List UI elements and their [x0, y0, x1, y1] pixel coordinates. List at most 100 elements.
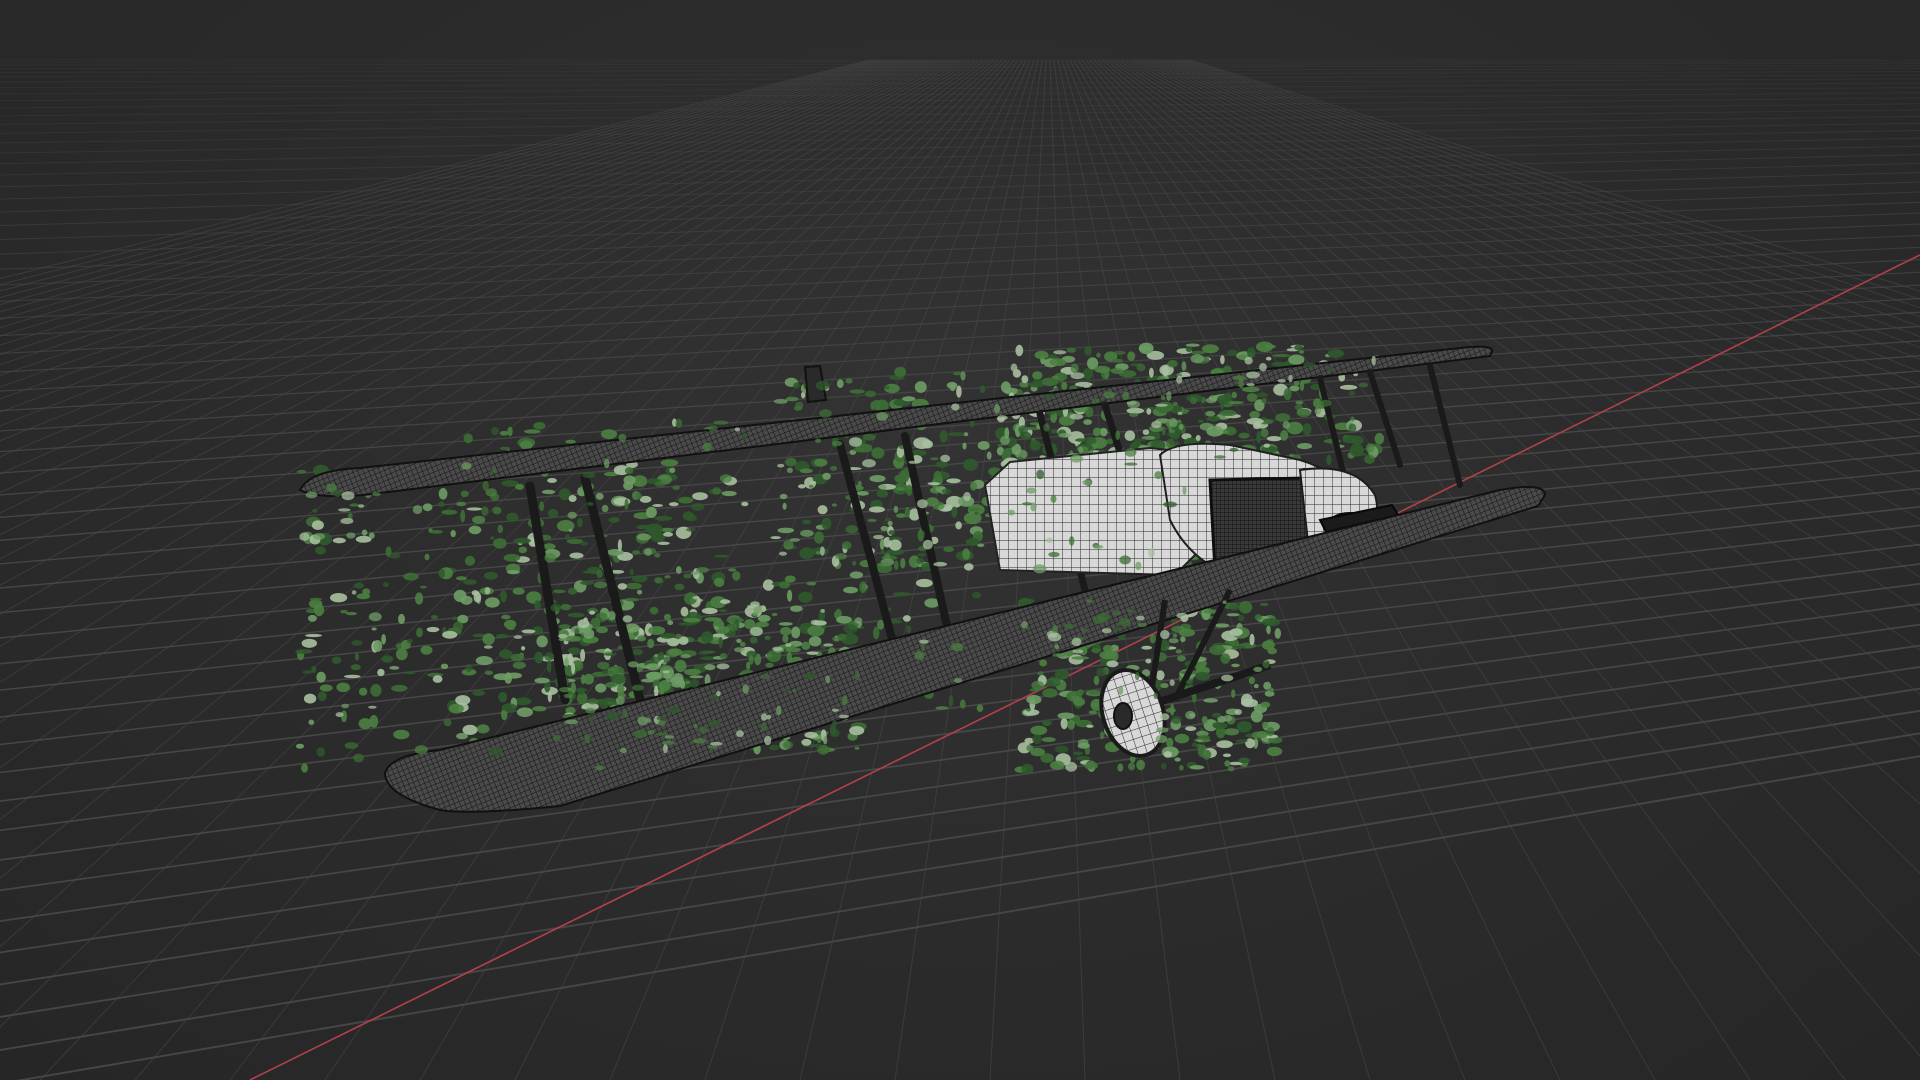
ivy-leaf [889, 539, 902, 551]
ivy-leaf [668, 706, 681, 713]
ivy-leaf [810, 619, 820, 626]
ivy-leaf [465, 663, 473, 673]
ivy-leaf [499, 446, 511, 450]
ivy-leaf [1289, 385, 1300, 392]
ivy-leaf [455, 576, 467, 581]
ivy-leaf [1102, 644, 1113, 653]
ivy-leaf [349, 503, 360, 507]
ivy-leaf [1084, 761, 1098, 770]
ivy-leaf [1155, 735, 1168, 743]
ivy-leaf [332, 537, 346, 544]
ivy-leaf [780, 626, 792, 636]
ivy-leaf [1319, 399, 1332, 407]
ivy-leaf [1054, 668, 1070, 680]
ivy-leaf [1071, 656, 1090, 660]
ivy-leaf [1249, 411, 1260, 419]
ivy-leaf [532, 706, 547, 712]
ivy-leaf [707, 719, 721, 728]
ivy-leaf [1261, 398, 1267, 404]
ivy-leaf [1180, 636, 1186, 643]
ivy-leaf [1189, 765, 1205, 770]
biplane-model[interactable] [295, 341, 1547, 813]
ivy-leaf [1259, 363, 1267, 372]
ivy-leaf [512, 661, 526, 669]
viewport-canvas[interactable] [0, 0, 1920, 1080]
ivy-leaf [761, 722, 767, 731]
ivy-leaf [1112, 626, 1121, 631]
ivy-leaf [778, 622, 793, 626]
ivy-leaf [1160, 682, 1169, 689]
ivy-leaf [559, 687, 572, 693]
ivy-leaf [887, 520, 893, 527]
ivy-leaf [1026, 487, 1037, 494]
ivy-leaf [674, 659, 687, 673]
ivy-leaf [632, 684, 644, 691]
ivy-leaf [634, 481, 641, 486]
ivy-leaf [1214, 455, 1226, 459]
ivy-leaf [1234, 709, 1243, 715]
ivy-leaf [814, 531, 824, 544]
ivy-leaf [1077, 739, 1089, 746]
3d-viewport[interactable] [0, 0, 1920, 1080]
ivy-leaf [1161, 426, 1166, 436]
ivy-leaf [672, 485, 680, 491]
ivy-leaf [1129, 412, 1139, 417]
ivy-leaf [1124, 448, 1137, 457]
ivy-leaf [368, 612, 382, 622]
ivy-leaf [560, 603, 572, 611]
ivy-leaf [1127, 609, 1134, 613]
ivy-leaf [1016, 456, 1024, 461]
ivy-leaf [859, 581, 867, 594]
ivy-leaf [862, 433, 876, 441]
ivy-leaf [1032, 734, 1042, 745]
ivy-leaf [905, 625, 912, 634]
ivy-leaf [963, 512, 982, 525]
ivy-leaf [1251, 731, 1264, 739]
ivy-leaf [601, 504, 609, 513]
ivy-leaf [586, 502, 594, 506]
ivy-leaf [1084, 345, 1092, 356]
ivy-leaf [1086, 599, 1093, 603]
ivy-leaf [567, 587, 578, 595]
ivy-leaf [962, 548, 971, 560]
ivy-leaf [1103, 391, 1116, 399]
ivy-leaf [783, 540, 794, 550]
ivy-leaf [1266, 436, 1282, 442]
ivy-leaf [876, 412, 888, 421]
ivy-leaf [1149, 634, 1156, 644]
ivy-leaf [625, 582, 642, 590]
ivy-leaf [1018, 425, 1029, 435]
ivy-leaf [654, 515, 673, 521]
ivy-leaf [664, 735, 675, 739]
ivy-leaf [721, 490, 737, 497]
ivy-leaf [605, 682, 618, 688]
ivy-leaf [302, 670, 313, 674]
ivy-leaf [368, 532, 375, 539]
ivy-leaf [913, 437, 931, 449]
ivy-leaf [1303, 362, 1316, 367]
ivy-leaf [468, 525, 482, 535]
ivy-leaf [684, 680, 691, 685]
ivy-leaf [359, 687, 368, 696]
ivy-leaf [1141, 645, 1153, 650]
ivy-leaf [654, 577, 663, 584]
ivy-leaf [533, 422, 546, 430]
ivy-leaf [491, 467, 497, 473]
ivy-leaf [345, 612, 358, 616]
ivy-leaf [965, 537, 980, 546]
ivy-leaf [597, 661, 610, 670]
ivy-leaf [1227, 349, 1239, 357]
ivy-leaf [544, 652, 555, 661]
grid-line [0, 59, 959, 536]
ivy-leaf [1151, 421, 1162, 429]
ivy-leaf [595, 683, 607, 693]
ivy-leaf [1115, 430, 1120, 441]
ivy-leaf [453, 621, 464, 632]
ivy-leaf [1314, 407, 1322, 415]
ivy-leaf [481, 506, 489, 516]
ivy-leaf [1262, 618, 1281, 627]
ivy-leaf [798, 484, 806, 489]
ivy-leaf [1070, 372, 1085, 380]
ivy-leaf [637, 716, 648, 726]
ivy-leaf [1185, 679, 1194, 685]
